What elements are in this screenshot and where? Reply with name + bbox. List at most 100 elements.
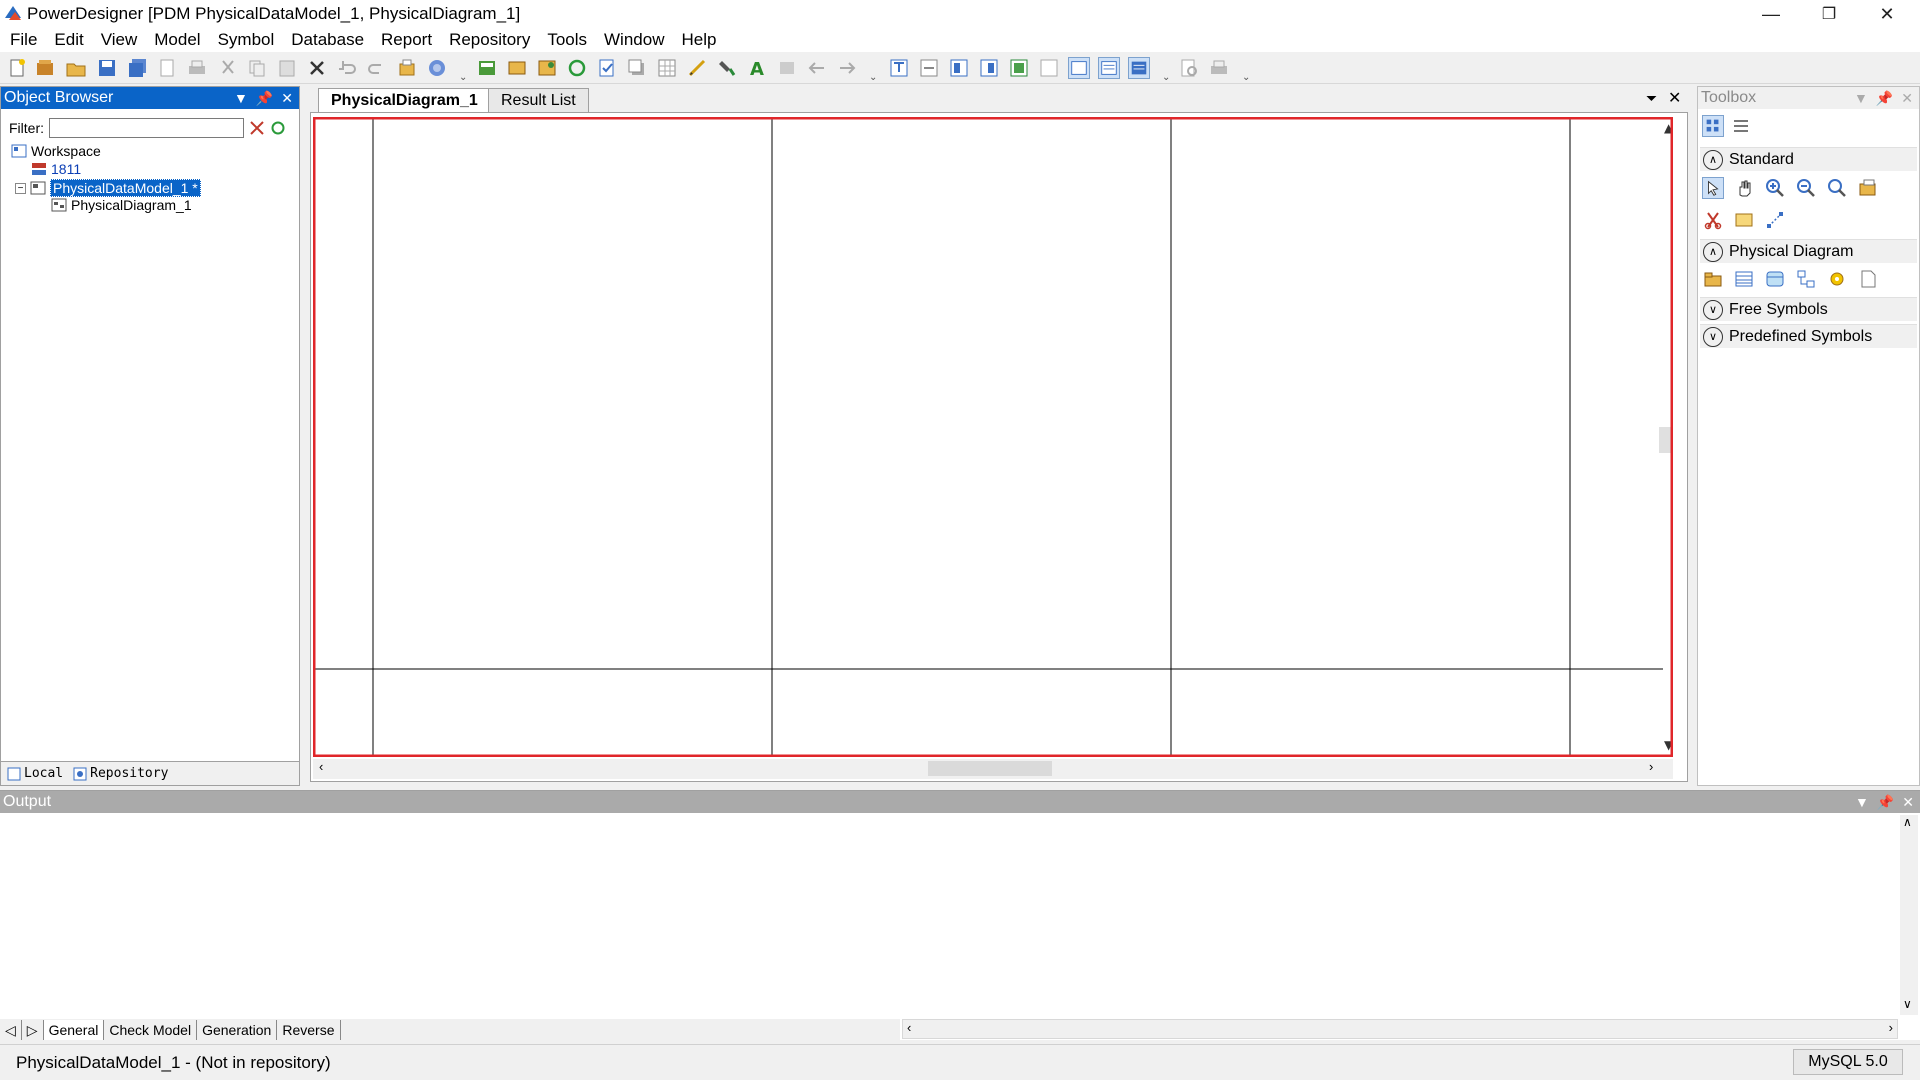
font-icon[interactable]: A xyxy=(746,57,768,79)
note-tool-icon[interactable] xyxy=(1733,209,1755,231)
toolbox-section-free-symbols[interactable]: ∨ Free Symbols xyxy=(1700,297,1917,321)
pin-icon[interactable]: 📌 xyxy=(256,90,273,107)
output-close-icon[interactable]: ✕ xyxy=(1902,794,1914,811)
scroll-down-icon[interactable]: ∨ xyxy=(1903,997,1912,1011)
pointer-icon[interactable] xyxy=(1702,177,1724,199)
menu-window[interactable]: Window xyxy=(596,30,673,50)
menu-repository[interactable]: Repository xyxy=(441,30,539,50)
procedure-tool-icon[interactable] xyxy=(1826,268,1848,290)
large-icons-view-icon[interactable] xyxy=(1702,115,1724,137)
toolbox-section-predefined-symbols[interactable]: ∨ Predefined Symbols xyxy=(1700,324,1917,348)
restore-button[interactable]: ❐ xyxy=(1800,0,1858,28)
collapse-toggle-icon[interactable]: − xyxy=(15,182,26,194)
menu-report[interactable]: Report xyxy=(373,30,441,50)
menu-help[interactable]: Help xyxy=(673,30,725,50)
output-vertical-scrollbar[interactable]: ∧ ∨ xyxy=(1900,815,1918,1015)
menu-model[interactable]: Model xyxy=(146,30,209,50)
properties-tool-icon[interactable] xyxy=(1857,177,1879,199)
output-pin-icon[interactable]: 📌 xyxy=(1877,794,1894,811)
menu-database[interactable]: Database xyxy=(283,30,373,50)
new-project-icon[interactable] xyxy=(34,57,56,79)
output-scroll-left-icon[interactable]: ‹ xyxy=(907,1020,911,1035)
new-icon[interactable] xyxy=(6,57,28,79)
line-style-icon[interactable] xyxy=(686,57,708,79)
shadow-icon[interactable] xyxy=(626,57,648,79)
zoom-in-icon[interactable] xyxy=(1764,177,1786,199)
scroll-right-icon[interactable]: › xyxy=(1649,759,1653,774)
tab-local[interactable]: Local xyxy=(7,766,63,781)
ungroup-icon[interactable] xyxy=(1038,57,1060,79)
web-icon[interactable] xyxy=(426,57,448,79)
menu-tools[interactable]: Tools xyxy=(539,30,596,50)
apply-filter-icon[interactable] xyxy=(270,120,286,136)
back-icon[interactable] xyxy=(806,57,828,79)
zoom-page-icon[interactable] xyxy=(1178,57,1200,79)
toolbox-pin-icon[interactable]: 📌 xyxy=(1876,90,1893,107)
align-right-icon[interactable] xyxy=(978,57,1000,79)
print-preview-icon[interactable] xyxy=(156,57,178,79)
view-mode-2-icon[interactable] xyxy=(1098,57,1120,79)
table-tool-icon[interactable] xyxy=(1733,268,1755,290)
filter-input[interactable] xyxy=(49,118,244,138)
package-tool-icon[interactable] xyxy=(1702,268,1724,290)
output-scroll-right-icon[interactable]: › xyxy=(1889,1020,1893,1035)
link-tool-icon[interactable] xyxy=(1764,209,1786,231)
model-options-icon[interactable] xyxy=(476,57,498,79)
tree-item-physical-diagram[interactable]: PhysicalDiagram_1 xyxy=(51,197,192,213)
save-all-icon[interactable] xyxy=(127,57,149,79)
view-mode-1-icon[interactable] xyxy=(1068,57,1090,79)
panel-close-icon[interactable]: ✕ xyxy=(281,90,293,107)
align-top-icon[interactable] xyxy=(888,57,910,79)
print-icon[interactable] xyxy=(186,57,208,79)
output-tab-generation[interactable]: Generation xyxy=(197,1020,278,1040)
toolbox-section-physical-diagram[interactable]: ∧ Physical Diagram xyxy=(1700,239,1917,263)
output-horizontal-scrollbar[interactable]: ‹ › xyxy=(902,1019,1898,1039)
tab-result-list[interactable]: Result List xyxy=(488,88,589,112)
list-view-icon[interactable] xyxy=(1730,115,1752,137)
forward-icon[interactable] xyxy=(836,57,858,79)
cut-icon[interactable] xyxy=(217,57,239,79)
align-icon[interactable] xyxy=(776,57,798,79)
grid-icon[interactable] xyxy=(656,57,678,79)
horizontal-scroll-thumb[interactable] xyxy=(928,761,1052,776)
paste-icon[interactable] xyxy=(276,57,298,79)
output-tab-prev-icon[interactable]: ◁ xyxy=(0,1020,22,1040)
menu-view[interactable]: View xyxy=(93,30,147,50)
align-left-icon[interactable] xyxy=(948,57,970,79)
zoom-out-icon[interactable] xyxy=(1795,177,1817,199)
scroll-up-icon[interactable]: ∧ xyxy=(1903,815,1912,829)
menu-file[interactable]: File xyxy=(2,30,46,50)
view-mode-3-icon[interactable] xyxy=(1128,57,1150,79)
generate-database-icon[interactable] xyxy=(506,57,528,79)
toolbox-close-icon[interactable]: ✕ xyxy=(1901,90,1913,107)
toolbar-overflow-grip-3[interactable]: ⌄ xyxy=(1162,72,1170,83)
delete-tool-icon[interactable] xyxy=(1702,209,1724,231)
document-close-icon[interactable]: ✕ xyxy=(1668,88,1681,108)
toolbar-overflow-grip-4[interactable]: ⌄ xyxy=(1242,72,1250,83)
print-diagram-icon[interactable] xyxy=(1208,57,1230,79)
file-tool-icon[interactable] xyxy=(1857,268,1879,290)
redo-icon[interactable] xyxy=(366,57,388,79)
output-tab-reverse[interactable]: Reverse xyxy=(277,1020,341,1040)
align-center-icon[interactable] xyxy=(918,57,940,79)
save-icon[interactable] xyxy=(96,57,118,79)
menu-symbol[interactable]: Symbol xyxy=(210,30,284,50)
grabber-hand-icon[interactable] xyxy=(1733,177,1755,199)
toolbox-menu-icon[interactable]: ▼ xyxy=(1854,90,1868,107)
output-tab-check-model[interactable]: Check Model xyxy=(104,1020,198,1040)
toolbar-overflow-grip-2[interactable]: ⌄ xyxy=(869,72,877,83)
properties-icon[interactable] xyxy=(396,57,418,79)
tab-repository[interactable]: Repository xyxy=(73,766,168,781)
reverse-engineer-icon[interactable] xyxy=(536,57,558,79)
output-tab-general[interactable]: General xyxy=(43,1020,105,1040)
horizontal-scrollbar[interactable]: ‹ › xyxy=(313,759,1673,779)
reference-tool-icon[interactable] xyxy=(1795,268,1817,290)
format-painter-icon[interactable] xyxy=(716,57,738,79)
tree-item-1811[interactable]: 1811 xyxy=(31,161,81,177)
tree-item-workspace[interactable]: Workspace xyxy=(11,143,101,159)
minimize-button[interactable]: — xyxy=(1742,0,1800,28)
close-button[interactable]: ✕ xyxy=(1858,0,1916,28)
diagram-canvas[interactable]: ▲ ▼ xyxy=(313,117,1673,757)
delete-icon[interactable] xyxy=(306,57,328,79)
output-tab-next-icon[interactable]: ▷ xyxy=(22,1020,44,1040)
